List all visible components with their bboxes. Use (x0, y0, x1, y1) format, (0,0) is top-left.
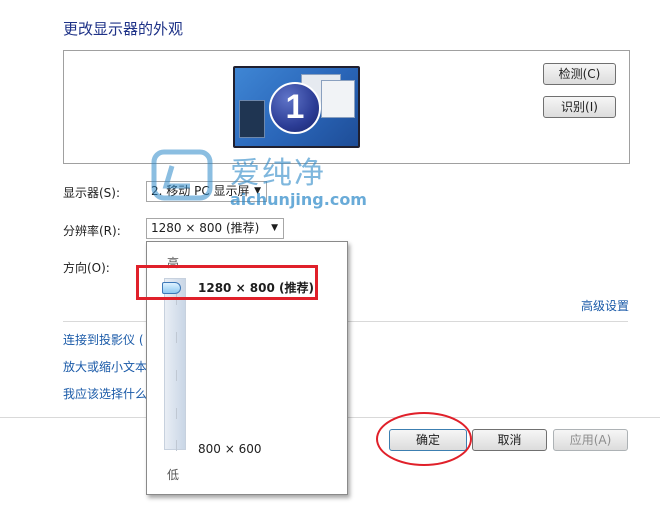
watermark-brand: 爱纯净 (230, 156, 326, 191)
advanced-settings-link[interactable]: 高级设置 (581, 297, 629, 314)
slider-low-label: 低 (167, 468, 180, 482)
slider-tick (176, 370, 177, 381)
which-settings-link[interactable]: 我应该选择什么 (63, 385, 147, 402)
slider-tick (176, 440, 177, 451)
detect-button[interactable]: 检测(C) (543, 63, 616, 85)
display-label: 显示器(S): (63, 186, 121, 200)
orientation-label: 方向(O): (63, 261, 110, 275)
page-title: 更改显示器的外观 (63, 20, 184, 38)
watermark-logo: 爱纯净 aichunjing.com (150, 146, 385, 212)
slider-tick (176, 408, 177, 419)
highlight-ellipse-annotation (376, 412, 472, 466)
slider-tick (176, 332, 177, 343)
resolution-label: 分辨率(R): (63, 224, 121, 238)
window-thumbnail (321, 80, 355, 118)
watermark-logo-icon (151, 149, 213, 201)
monitor-number-badge: 1 (269, 82, 321, 134)
identify-button[interactable]: 识别(I) (543, 96, 616, 118)
resolution-slider-track[interactable] (164, 278, 186, 450)
chevron-down-icon: ▼ (271, 223, 278, 233)
watermark-url: aichunjing.com (230, 190, 367, 209)
apply-button: 应用(A) (553, 429, 628, 451)
connect-projector-link[interactable]: 连接到投影仪 ( (63, 331, 144, 348)
text-size-link[interactable]: 放大或缩小文本 (63, 358, 147, 375)
resolution-option-min[interactable]: 800 × 600 (198, 442, 262, 456)
resolution-select[interactable]: 1280 × 800 (推荐) ▼ (146, 218, 284, 239)
highlight-box-annotation (136, 265, 318, 300)
monitor-1-icon[interactable]: 1 (233, 66, 360, 148)
resolution-select-value: 1280 × 800 (推荐) (151, 221, 260, 235)
window-thumbnail (239, 100, 265, 138)
cancel-button[interactable]: 取消 (472, 429, 547, 451)
